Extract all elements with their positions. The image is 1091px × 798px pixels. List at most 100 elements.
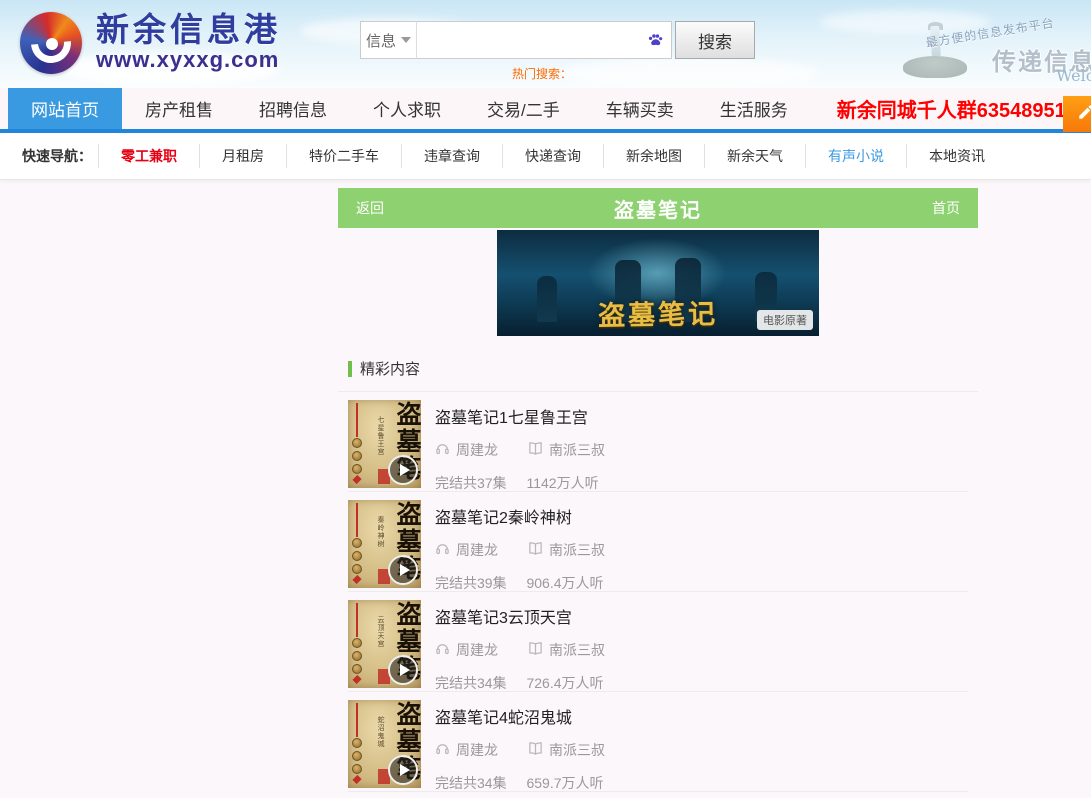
site-logo[interactable]: 新余信息港 www.xyxxg.com [20,12,281,74]
listener-count: 906.4万人听 [526,575,603,591]
search-category-dropdown[interactable]: 信息 [360,21,416,59]
tassel-decor [356,703,358,737]
pencil-icon [1077,103,1091,126]
narrator-name: 周建龙 [456,740,498,760]
item-title[interactable]: 盗墓笔记3云顶天宫 [435,604,968,628]
page: 新余信息港 www.xyxxg.com 信息 搜索 热门搜索： 最方便的信息发布 [0,0,1091,798]
book-icon [528,441,543,459]
narrator-name: 周建龙 [456,640,498,660]
book-icon [528,741,543,759]
episode-count: 完结共34集 [435,675,507,691]
quicknav-link-parttime[interactable]: 零工兼职 [98,144,199,168]
narrator-pair: 周建龙 [435,740,498,760]
item-stats: 完结共34集 659.7万人听 [435,773,968,793]
item-info: 盗墓笔记2秦岭神树 周建龙 南派三叔 完结共39集 906.4万人 [435,500,968,591]
episode-count: 完结共37集 [435,475,507,491]
list-item[interactable]: 云顶天宫 盗墓笔 盗墓笔记3云顶天宫 周建龙 南派三叔 [348,592,968,692]
author-name: 南派三叔 [549,540,605,560]
section-title: 精彩内容 [360,358,420,379]
nav-tab-realestate[interactable]: 房产租售 [122,88,236,129]
narrator-pair: 周建龙 [435,640,498,660]
search-field [416,21,672,59]
nav-tab-jobs[interactable]: 招聘信息 [236,88,350,129]
item-title[interactable]: 盗墓笔记2秦岭神树 [435,504,968,528]
book-icon [528,641,543,659]
author-name: 南派三叔 [549,740,605,760]
search-button[interactable]: 搜索 [675,21,755,59]
nav-tab-jobseek[interactable]: 个人求职 [350,88,464,129]
item-info: 盗墓笔记1七星鲁王宫 周建龙 南派三叔 完结共37集 1142万人 [435,400,968,491]
nav-tab-home[interactable]: 网站首页 [8,88,122,129]
home-link[interactable]: 首页 [932,198,960,218]
book-cover[interactable]: 秦岭神树 盗墓笔 [348,500,421,588]
narrator-pair: 周建龙 [435,440,498,460]
logo-icon [20,12,82,74]
detail-panel: 返回 盗墓笔记 首页 盗墓笔记 电影原著 精彩内容 [338,188,978,798]
search-input[interactable] [417,22,671,58]
item-title[interactable]: 盗墓笔记4蛇沼鬼城 [435,704,968,728]
tassel-decor [356,403,358,437]
listener-count: 659.7万人听 [526,775,603,791]
list-item[interactable]: 七星鲁王宫 盗墓笔 盗墓笔记1七星鲁王宫 周建龙 南派三叔 [348,392,968,492]
item-stats: 完结共37集 1142万人听 [435,473,968,493]
quicknav-link-violation[interactable]: 违章查询 [401,144,502,168]
cover-subtitle: 七星鲁王宫 [375,416,385,456]
tassel-decor [352,475,361,484]
play-icon[interactable] [388,555,418,585]
quicknav-link-map[interactable]: 新余地图 [603,144,704,168]
back-link[interactable]: 返回 [356,198,384,218]
cover-subtitle: 云顶天宫 [375,616,385,648]
headset-icon [435,741,450,759]
item-meta: 周建龙 南派三叔 [435,540,968,560]
detail-header-bar: 返回 盗墓笔记 首页 [338,188,978,228]
section-header: 精彩内容 [338,352,978,392]
hot-search-label: 热门搜索： [512,65,572,82]
audiobook-list: 七星鲁王宫 盗墓笔 盗墓笔记1七星鲁王宫 周建龙 南派三叔 [338,392,978,798]
coin-decor [352,551,362,561]
headset-icon [435,641,450,659]
book-cover[interactable]: 蛇沼鬼城 盗墓笔 [348,700,421,788]
item-meta: 周建龙 南派三叔 [435,640,968,660]
author-pair: 南派三叔 [528,440,605,460]
narrator-name: 周建龙 [456,540,498,560]
item-stats: 完结共39集 906.4万人听 [435,573,968,593]
tassel-decor [352,575,361,584]
author-pair: 南派三叔 [528,540,605,560]
book-cover[interactable]: 七星鲁王宫 盗墓笔 [348,400,421,488]
movie-banner[interactable]: 盗墓笔记 电影原著 [497,230,819,336]
qq-group-text: 新余同城千人群63548951 [837,88,1066,129]
list-item[interactable]: 蛇沼鬼城 盗墓笔 盗墓笔记4蛇沼鬼城 周建龙 南派三叔 [348,692,968,792]
nav-tab-trade[interactable]: 交易/二手 [464,88,583,129]
item-info: 盗墓笔记3云顶天宫 周建龙 南派三叔 完结共34集 726.4万人 [435,600,968,691]
post-button[interactable] [1063,96,1091,132]
tassel-decor [356,503,358,537]
section-accent-bar [348,361,352,377]
author-name: 南派三叔 [549,640,605,660]
quicknav-link-audiobook[interactable]: 有声小说 [805,144,906,168]
nav-tab-vehicles[interactable]: 车辆买卖 [583,88,697,129]
nav-tab-services[interactable]: 生活服务 [697,88,811,129]
book-cover[interactable]: 云顶天宫 盗墓笔 [348,600,421,688]
quicknav-link-usedcar[interactable]: 特价二手车 [286,144,401,168]
item-title[interactable]: 盗墓笔记1七星鲁王宫 [435,404,968,428]
site-header: 新余信息港 www.xyxxg.com 信息 搜索 热门搜索： 最方便的信息发布 [0,0,1091,88]
play-icon[interactable] [388,755,418,785]
cover-subtitle: 秦岭神树 [375,516,385,548]
quicknav-link-rent[interactable]: 月租房 [199,144,286,168]
play-icon[interactable] [388,655,418,685]
narrator-pair: 周建龙 [435,540,498,560]
book-icon [528,541,543,559]
chevron-down-icon [401,37,411,43]
quicknav-link-weather[interactable]: 新余天气 [704,144,805,168]
cloud-decor [560,58,820,88]
listener-count: 1142万人听 [526,475,598,491]
list-item[interactable]: 秦岭神树 盗墓笔 盗墓笔记2秦岭神树 周建龙 南派三叔 [348,492,968,592]
nav-tabs: 网站首页 房产租售 招聘信息 个人求职 交易/二手 车辆买卖 生活服务 新余同城… [0,88,1091,129]
author-pair: 南派三叔 [528,740,605,760]
quicknav-link-express[interactable]: 快递查询 [502,144,603,168]
play-icon[interactable] [388,455,418,485]
quicknav-link-localnews[interactable]: 本地资讯 [906,144,1007,168]
slogan-english: Welc [1056,66,1091,85]
narrator-name: 周建龙 [456,440,498,460]
banner-badge: 电影原著 [757,310,813,330]
